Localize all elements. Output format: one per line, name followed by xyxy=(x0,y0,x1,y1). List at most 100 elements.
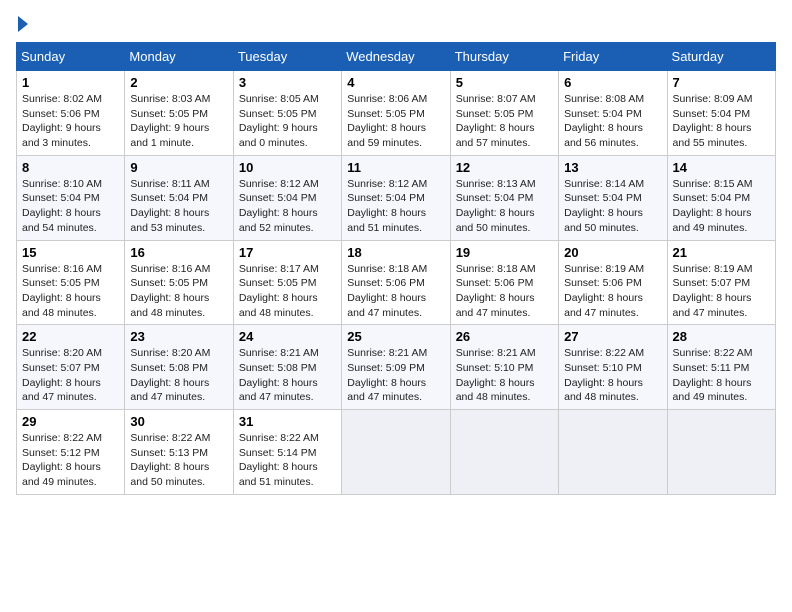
day-info: Sunrise: 8:22 AM Sunset: 5:13 PM Dayligh… xyxy=(130,431,227,490)
day-number: 15 xyxy=(22,245,119,260)
day-info: Sunrise: 8:12 AM Sunset: 5:04 PM Dayligh… xyxy=(239,177,336,236)
calendar-cell: 9 Sunrise: 8:11 AM Sunset: 5:04 PM Dayli… xyxy=(125,155,233,240)
calendar-week-row: 22 Sunrise: 8:20 AM Sunset: 5:07 PM Dayl… xyxy=(17,325,776,410)
day-number: 21 xyxy=(673,245,770,260)
day-info: Sunrise: 8:13 AM Sunset: 5:04 PM Dayligh… xyxy=(456,177,553,236)
day-info: Sunrise: 8:21 AM Sunset: 5:10 PM Dayligh… xyxy=(456,346,553,405)
calendar-header-row: SundayMondayTuesdayWednesdayThursdayFrid… xyxy=(17,43,776,71)
day-info: Sunrise: 8:22 AM Sunset: 5:10 PM Dayligh… xyxy=(564,346,661,405)
calendar-cell: 8 Sunrise: 8:10 AM Sunset: 5:04 PM Dayli… xyxy=(17,155,125,240)
day-number: 6 xyxy=(564,75,661,90)
calendar-cell xyxy=(450,410,558,495)
day-info: Sunrise: 8:20 AM Sunset: 5:07 PM Dayligh… xyxy=(22,346,119,405)
day-info: Sunrise: 8:22 AM Sunset: 5:12 PM Dayligh… xyxy=(22,431,119,490)
day-number: 25 xyxy=(347,329,444,344)
day-info: Sunrise: 8:07 AM Sunset: 5:05 PM Dayligh… xyxy=(456,92,553,151)
column-header-sunday: Sunday xyxy=(17,43,125,71)
calendar-cell: 26 Sunrise: 8:21 AM Sunset: 5:10 PM Dayl… xyxy=(450,325,558,410)
day-number: 27 xyxy=(564,329,661,344)
calendar-cell: 31 Sunrise: 8:22 AM Sunset: 5:14 PM Dayl… xyxy=(233,410,341,495)
day-number: 7 xyxy=(673,75,770,90)
page-header xyxy=(16,16,776,32)
day-number: 4 xyxy=(347,75,444,90)
day-number: 19 xyxy=(456,245,553,260)
column-header-thursday: Thursday xyxy=(450,43,558,71)
day-info: Sunrise: 8:22 AM Sunset: 5:11 PM Dayligh… xyxy=(673,346,770,405)
day-info: Sunrise: 8:19 AM Sunset: 5:06 PM Dayligh… xyxy=(564,262,661,321)
day-info: Sunrise: 8:12 AM Sunset: 5:04 PM Dayligh… xyxy=(347,177,444,236)
day-info: Sunrise: 8:21 AM Sunset: 5:08 PM Dayligh… xyxy=(239,346,336,405)
day-info: Sunrise: 8:18 AM Sunset: 5:06 PM Dayligh… xyxy=(347,262,444,321)
day-number: 5 xyxy=(456,75,553,90)
calendar-cell: 24 Sunrise: 8:21 AM Sunset: 5:08 PM Dayl… xyxy=(233,325,341,410)
day-info: Sunrise: 8:06 AM Sunset: 5:05 PM Dayligh… xyxy=(347,92,444,151)
day-info: Sunrise: 8:15 AM Sunset: 5:04 PM Dayligh… xyxy=(673,177,770,236)
calendar-cell: 18 Sunrise: 8:18 AM Sunset: 5:06 PM Dayl… xyxy=(342,240,450,325)
day-info: Sunrise: 8:02 AM Sunset: 5:06 PM Dayligh… xyxy=(22,92,119,151)
column-header-tuesday: Tuesday xyxy=(233,43,341,71)
column-header-wednesday: Wednesday xyxy=(342,43,450,71)
logo xyxy=(16,16,28,32)
logo-arrow-icon xyxy=(18,16,28,32)
day-number: 29 xyxy=(22,414,119,429)
day-number: 9 xyxy=(130,160,227,175)
day-info: Sunrise: 8:18 AM Sunset: 5:06 PM Dayligh… xyxy=(456,262,553,321)
column-header-friday: Friday xyxy=(559,43,667,71)
calendar-cell: 7 Sunrise: 8:09 AM Sunset: 5:04 PM Dayli… xyxy=(667,71,775,156)
day-number: 18 xyxy=(347,245,444,260)
day-info: Sunrise: 8:16 AM Sunset: 5:05 PM Dayligh… xyxy=(22,262,119,321)
calendar-cell: 5 Sunrise: 8:07 AM Sunset: 5:05 PM Dayli… xyxy=(450,71,558,156)
calendar-week-row: 15 Sunrise: 8:16 AM Sunset: 5:05 PM Dayl… xyxy=(17,240,776,325)
day-info: Sunrise: 8:11 AM Sunset: 5:04 PM Dayligh… xyxy=(130,177,227,236)
calendar-cell xyxy=(667,410,775,495)
day-info: Sunrise: 8:03 AM Sunset: 5:05 PM Dayligh… xyxy=(130,92,227,151)
calendar-table: SundayMondayTuesdayWednesdayThursdayFrid… xyxy=(16,42,776,495)
calendar-cell: 13 Sunrise: 8:14 AM Sunset: 5:04 PM Dayl… xyxy=(559,155,667,240)
day-number: 30 xyxy=(130,414,227,429)
day-info: Sunrise: 8:09 AM Sunset: 5:04 PM Dayligh… xyxy=(673,92,770,151)
day-number: 22 xyxy=(22,329,119,344)
day-number: 31 xyxy=(239,414,336,429)
day-info: Sunrise: 8:10 AM Sunset: 5:04 PM Dayligh… xyxy=(22,177,119,236)
calendar-cell: 17 Sunrise: 8:17 AM Sunset: 5:05 PM Dayl… xyxy=(233,240,341,325)
day-number: 20 xyxy=(564,245,661,260)
day-number: 10 xyxy=(239,160,336,175)
day-number: 14 xyxy=(673,160,770,175)
day-info: Sunrise: 8:22 AM Sunset: 5:14 PM Dayligh… xyxy=(239,431,336,490)
calendar-cell xyxy=(559,410,667,495)
calendar-cell: 23 Sunrise: 8:20 AM Sunset: 5:08 PM Dayl… xyxy=(125,325,233,410)
day-info: Sunrise: 8:16 AM Sunset: 5:05 PM Dayligh… xyxy=(130,262,227,321)
calendar-cell: 21 Sunrise: 8:19 AM Sunset: 5:07 PM Dayl… xyxy=(667,240,775,325)
calendar-cell: 22 Sunrise: 8:20 AM Sunset: 5:07 PM Dayl… xyxy=(17,325,125,410)
day-info: Sunrise: 8:19 AM Sunset: 5:07 PM Dayligh… xyxy=(673,262,770,321)
calendar-cell: 19 Sunrise: 8:18 AM Sunset: 5:06 PM Dayl… xyxy=(450,240,558,325)
day-info: Sunrise: 8:20 AM Sunset: 5:08 PM Dayligh… xyxy=(130,346,227,405)
calendar-cell: 12 Sunrise: 8:13 AM Sunset: 5:04 PM Dayl… xyxy=(450,155,558,240)
calendar-week-row: 29 Sunrise: 8:22 AM Sunset: 5:12 PM Dayl… xyxy=(17,410,776,495)
day-info: Sunrise: 8:05 AM Sunset: 5:05 PM Dayligh… xyxy=(239,92,336,151)
day-number: 11 xyxy=(347,160,444,175)
calendar-cell: 6 Sunrise: 8:08 AM Sunset: 5:04 PM Dayli… xyxy=(559,71,667,156)
column-header-monday: Monday xyxy=(125,43,233,71)
day-number: 8 xyxy=(22,160,119,175)
calendar-cell: 14 Sunrise: 8:15 AM Sunset: 5:04 PM Dayl… xyxy=(667,155,775,240)
calendar-week-row: 8 Sunrise: 8:10 AM Sunset: 5:04 PM Dayli… xyxy=(17,155,776,240)
day-number: 2 xyxy=(130,75,227,90)
day-number: 13 xyxy=(564,160,661,175)
calendar-cell: 11 Sunrise: 8:12 AM Sunset: 5:04 PM Dayl… xyxy=(342,155,450,240)
day-number: 12 xyxy=(456,160,553,175)
calendar-cell: 3 Sunrise: 8:05 AM Sunset: 5:05 PM Dayli… xyxy=(233,71,341,156)
day-number: 16 xyxy=(130,245,227,260)
column-header-saturday: Saturday xyxy=(667,43,775,71)
day-number: 26 xyxy=(456,329,553,344)
calendar-cell: 10 Sunrise: 8:12 AM Sunset: 5:04 PM Dayl… xyxy=(233,155,341,240)
day-number: 28 xyxy=(673,329,770,344)
calendar-cell: 16 Sunrise: 8:16 AM Sunset: 5:05 PM Dayl… xyxy=(125,240,233,325)
day-info: Sunrise: 8:08 AM Sunset: 5:04 PM Dayligh… xyxy=(564,92,661,151)
day-info: Sunrise: 8:17 AM Sunset: 5:05 PM Dayligh… xyxy=(239,262,336,321)
calendar-cell: 25 Sunrise: 8:21 AM Sunset: 5:09 PM Dayl… xyxy=(342,325,450,410)
day-number: 17 xyxy=(239,245,336,260)
calendar-cell: 15 Sunrise: 8:16 AM Sunset: 5:05 PM Dayl… xyxy=(17,240,125,325)
calendar-cell: 2 Sunrise: 8:03 AM Sunset: 5:05 PM Dayli… xyxy=(125,71,233,156)
day-number: 24 xyxy=(239,329,336,344)
